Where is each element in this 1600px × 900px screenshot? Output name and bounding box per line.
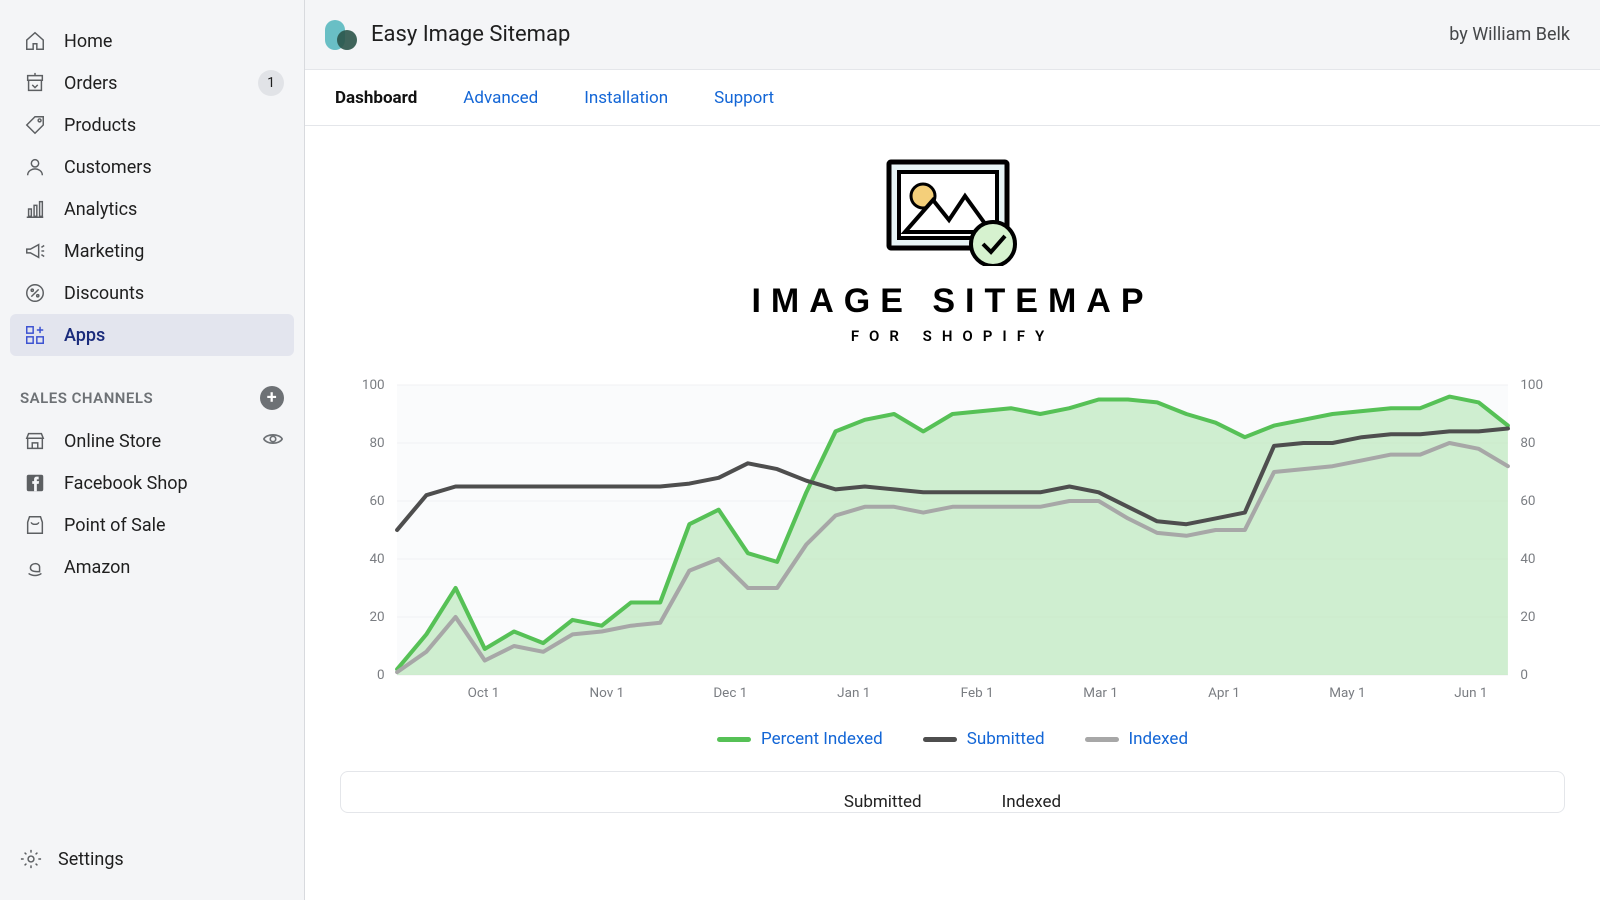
channel-online-store[interactable]: Online Store (10, 420, 294, 462)
sidebar-item-label: Analytics (64, 199, 284, 220)
sidebar-item-label: Discounts (64, 283, 284, 304)
table-header-indexed: Indexed (1002, 792, 1061, 812)
svg-text:100: 100 (362, 378, 385, 393)
orders-icon (20, 72, 50, 94)
home-icon (20, 30, 50, 52)
discount-icon (20, 282, 50, 304)
hero-title: IMAGE SITEMAP (751, 282, 1153, 321)
gear-icon (20, 848, 42, 870)
amazon-icon (20, 556, 50, 578)
channel-label: Point of Sale (64, 515, 284, 536)
sidebar-item-products[interactable]: Products (10, 104, 294, 146)
section-title: SALES CHANNELS (20, 389, 153, 407)
sidebar-item-marketing[interactable]: Marketing (10, 230, 294, 272)
svg-text:Apr 1: Apr 1 (1208, 686, 1240, 701)
sidebar: Home Orders 1 Products Customers A (0, 0, 305, 900)
hero-image-icon (883, 156, 1023, 266)
channels-nav: Online Store Facebook Shop Point of Sale… (0, 420, 304, 588)
svg-text:40: 40 (369, 552, 384, 567)
svg-text:40: 40 (1520, 552, 1535, 567)
sidebar-item-label: Home (64, 31, 284, 52)
sidebar-item-label: Products (64, 115, 284, 136)
sidebar-item-label: Orders (64, 73, 258, 94)
sidebar-item-label: Marketing (64, 241, 284, 262)
legend-label: Indexed (1129, 729, 1188, 749)
svg-text:Mar 1: Mar 1 (1083, 686, 1118, 701)
legend-item[interactable]: Submitted (923, 729, 1045, 749)
svg-text:0: 0 (1520, 668, 1528, 683)
channel-label: Amazon (64, 557, 284, 578)
svg-text:100: 100 (1520, 378, 1543, 393)
sidebar-item-discounts[interactable]: Discounts (10, 272, 294, 314)
app-title: Easy Image Sitemap (371, 22, 570, 47)
sidebar-item-orders[interactable]: Orders 1 (10, 62, 294, 104)
svg-text:Feb 1: Feb 1 (961, 686, 994, 701)
sidebar-item-label: Apps (64, 325, 284, 346)
hero-subtitle: FOR SHOPIFY (851, 327, 1054, 345)
svg-text:May 1: May 1 (1329, 686, 1365, 701)
primary-nav: Home Orders 1 Products Customers A (0, 0, 304, 356)
sidebar-item-customers[interactable]: Customers (10, 146, 294, 188)
sidebar-item-apps[interactable]: Apps (10, 314, 294, 356)
chart-svg: 0 20 40 60 80 100 0 20 40 60 80 100 Oct 1 Nov 1 Dec 1 J… (340, 375, 1565, 715)
channel-label: Facebook Shop (64, 473, 284, 494)
tab-dashboard[interactable]: Dashboard (335, 88, 417, 108)
svg-text:20: 20 (369, 610, 384, 625)
legend-item[interactable]: Percent Indexed (717, 729, 883, 749)
apps-icon (20, 324, 50, 346)
svg-text:Jan 1: Jan 1 (837, 686, 870, 701)
app-logo-icon (325, 18, 359, 52)
analytics-icon (20, 198, 50, 220)
svg-text:20: 20 (1520, 610, 1535, 625)
content: IMAGE SITEMAP FOR SHOPIFY 0 20 40 60 80 100 0 2… (305, 126, 1600, 900)
app-header: Easy Image Sitemap by William Belk (305, 0, 1600, 70)
tab-installation[interactable]: Installation (584, 88, 668, 108)
legend-label: Percent Indexed (761, 729, 883, 749)
tab-advanced[interactable]: Advanced (463, 88, 538, 108)
channel-facebook[interactable]: Facebook Shop (10, 462, 294, 504)
svg-text:0: 0 (377, 668, 385, 683)
facebook-icon (20, 472, 50, 494)
svg-text:Jun 1: Jun 1 (1454, 686, 1487, 701)
channel-amazon[interactable]: Amazon (10, 546, 294, 588)
add-channel-button[interactable]: + (260, 386, 284, 410)
channel-pos[interactable]: Point of Sale (10, 504, 294, 546)
settings-label: Settings (58, 849, 124, 870)
channel-label: Online Store (64, 431, 262, 452)
svg-text:80: 80 (369, 436, 384, 451)
sidebar-settings[interactable]: Settings (0, 828, 304, 900)
svg-text:Nov 1: Nov 1 (590, 686, 625, 701)
megaphone-icon (20, 240, 50, 262)
tab-support[interactable]: Support (714, 88, 774, 108)
person-icon (20, 156, 50, 178)
store-icon (20, 430, 50, 452)
summary-table: Submitted Indexed (340, 771, 1565, 813)
svg-text:Oct 1: Oct 1 (468, 686, 500, 701)
tab-bar: Dashboard Advanced Installation Support (305, 70, 1600, 126)
svg-text:60: 60 (1520, 494, 1535, 509)
legend-label: Submitted (967, 729, 1045, 749)
app-byline: by William Belk (1449, 24, 1570, 45)
sidebar-item-label: Customers (64, 157, 284, 178)
legend-item[interactable]: Indexed (1085, 729, 1188, 749)
table-header-submitted: Submitted (844, 792, 922, 812)
chart: 0 20 40 60 80 100 0 20 40 60 80 100 Oct 1 Nov 1 Dec 1 J… (340, 375, 1565, 749)
pos-icon (20, 514, 50, 536)
hero: IMAGE SITEMAP FOR SHOPIFY (340, 156, 1565, 345)
legend-swatch (717, 737, 751, 742)
main: Easy Image Sitemap by William Belk Dashb… (305, 0, 1600, 900)
orders-badge: 1 (258, 70, 284, 96)
svg-text:80: 80 (1520, 436, 1535, 451)
sidebar-item-home[interactable]: Home (10, 20, 294, 62)
eye-icon[interactable] (262, 428, 284, 455)
sidebar-item-analytics[interactable]: Analytics (10, 188, 294, 230)
svg-text:Dec 1: Dec 1 (713, 686, 747, 701)
chart-legend: Percent Indexed Submitted Indexed (340, 729, 1565, 749)
legend-swatch (1085, 737, 1119, 742)
tag-icon (20, 114, 50, 136)
svg-text:60: 60 (369, 494, 384, 509)
legend-swatch (923, 737, 957, 742)
sales-channels-header: SALES CHANNELS + (0, 356, 304, 420)
